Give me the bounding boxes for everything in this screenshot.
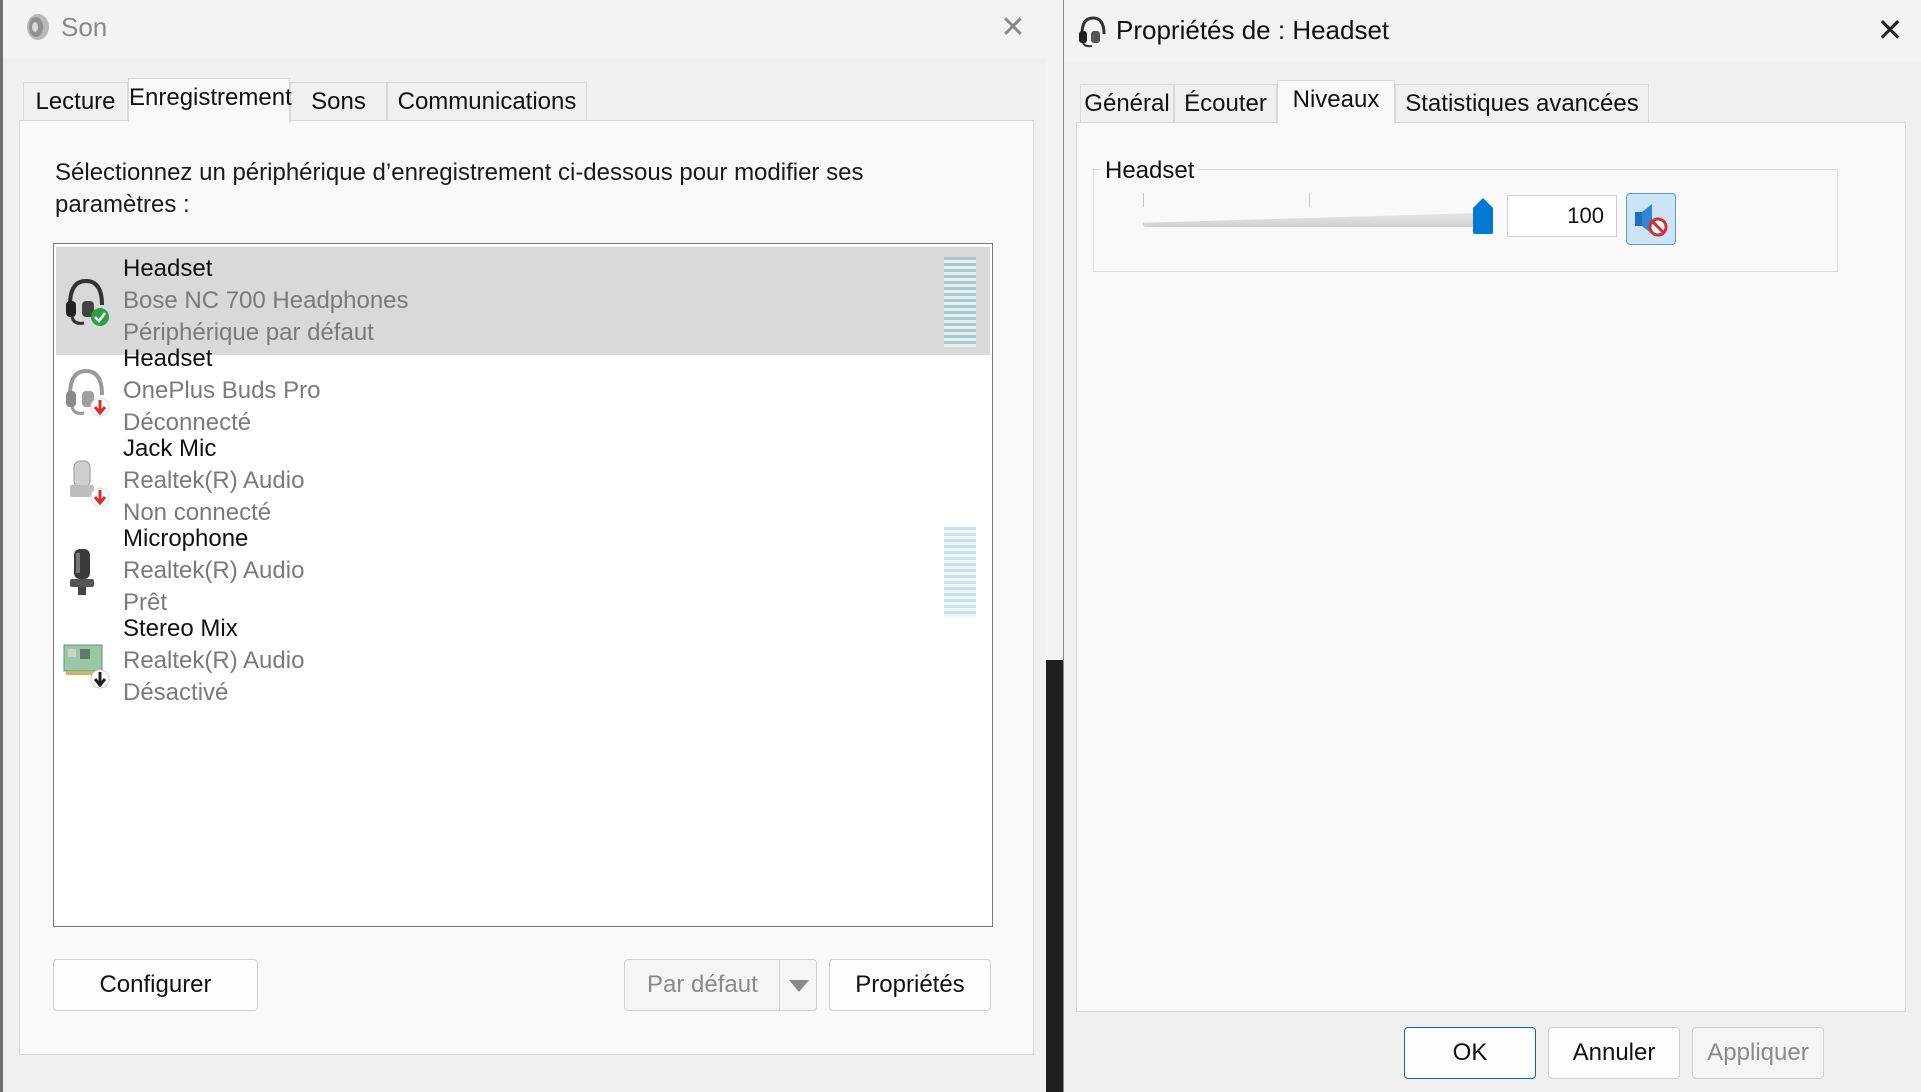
set-default-dropdown-arrow[interactable] [779,960,816,1010]
properties-window: Propriétés de : Headset ✕ Général Écoute… [1063,0,1921,1092]
tab-niveaux[interactable]: Niveaux [1277,80,1395,124]
device-name: Headset [123,255,213,282]
slider-tick [1309,193,1310,207]
device-status: Désactivé [123,679,229,706]
ok-button[interactable]: OK [1404,1027,1536,1079]
device-item-stereo-mix[interactable]: Stereo Mix Realtek(R) Audio Désactivé [56,607,990,715]
recording-device-list[interactable]: Headset Bose NC 700 Headphones Périphéri… [53,243,993,927]
set-default-label: Par défaut [647,971,758,998]
properties-window-title: Propriétés de : Headset [1116,15,1390,45]
properties-close-button[interactable]: ✕ [1870,10,1910,50]
tab-general[interactable]: Général [1080,84,1174,122]
sound-close-button[interactable]: ✕ [993,8,1033,48]
recording-instruction: Sélectionnez un périphérique d’enregistr… [55,159,864,218]
device-name: Jack Mic [123,435,217,462]
tab-ecouter[interactable]: Écouter [1174,84,1277,122]
device-name: Microphone [123,525,249,552]
background-window-area [1045,0,1065,660]
headset-default-icon [66,278,109,326]
speaker-icon [27,14,49,40]
device-subtitle: Realtek(R) Audio [123,557,305,584]
levels-panel: Headset 100 [1076,122,1906,1012]
tab-lecture[interactable]: Lecture [23,82,128,120]
tab-communications[interactable]: Communications [387,82,587,120]
sound-titlebar: Son ✕ [3,0,1046,58]
device-name: Headset [123,345,213,372]
sound-card-icon [63,644,110,689]
level-meter [944,257,976,347]
level-meter [944,527,976,617]
cancel-button[interactable]: Annuler [1548,1027,1680,1079]
tab-sons[interactable]: Sons [290,82,387,120]
apply-button[interactable]: Appliquer [1692,1027,1824,1079]
headset-disconnected-icon [66,368,110,417]
device-subtitle: Bose NC 700 Headphones [123,287,409,314]
device-name: Stereo Mix [123,615,238,642]
volume-value-field[interactable]: 100 [1507,195,1617,237]
properties-footer: OK Annuler Appliquer [1064,1012,1921,1092]
jack-mic-icon [70,460,110,507]
volume-slider-thumb[interactable] [1471,198,1495,234]
mute-toggle-button[interactable] [1626,193,1676,245]
device-subtitle: Realtek(R) Audio [123,467,305,494]
headset-icon [1079,16,1106,48]
background-window-strip [1045,0,1065,1092]
slider-tick [1143,193,1144,207]
tab-statistiques-avancees[interactable]: Statistiques avancées [1395,84,1649,122]
device-subtitle: OnePlus Buds Pro [123,377,321,404]
sound-window: Son ✕ Lecture Enregistrement Sons Commun… [0,0,1046,1092]
microphone-icon [70,549,94,595]
tab-enregistrement[interactable]: Enregistrement [128,78,292,122]
sound-window-title: Son [61,12,108,42]
configure-button[interactable]: Configurer [53,959,258,1011]
speaker-muted-icon [1635,204,1668,237]
device-subtitle: Realtek(R) Audio [123,647,305,674]
properties-button[interactable]: Propriétés [829,959,991,1011]
set-default-split-button[interactable]: Par défaut [624,959,817,1011]
levels-group-label: Headset [1101,157,1199,185]
properties-titlebar: Propriétés de : Headset ✕ [1064,0,1921,62]
recording-panel: Sélectionnez un périphérique d’enregistr… [19,120,1034,1055]
chevron-down-icon [789,980,809,992]
